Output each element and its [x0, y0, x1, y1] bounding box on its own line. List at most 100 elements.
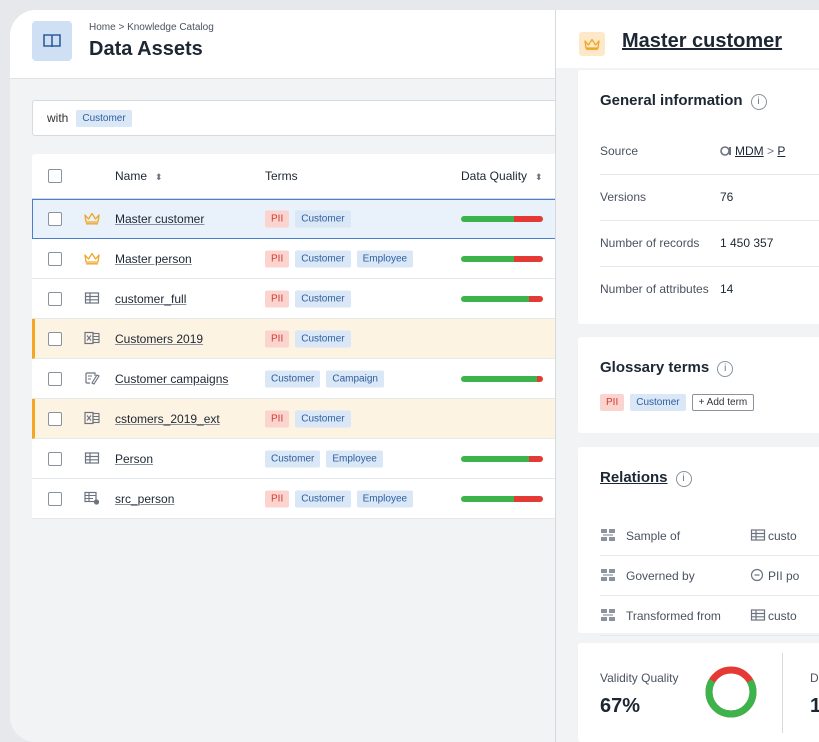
term-chip[interactable]: Employee [356, 250, 414, 267]
term-chip[interactable]: Employee [356, 490, 414, 507]
quality-bar-valid [461, 455, 530, 462]
quality-bar [461, 375, 543, 382]
divider [782, 653, 783, 733]
detail-header: Master customer [556, 10, 819, 68]
general-info-title: General information i [600, 92, 767, 110]
add-term-button[interactable]: + Add term [691, 394, 755, 411]
term-chip[interactable]: PII [265, 410, 290, 427]
term-chip[interactable]: Customer [295, 210, 351, 227]
row-checkbox[interactable] [48, 371, 62, 386]
quality-bar-valid [461, 295, 530, 302]
asset-terms: PII Customer [265, 290, 351, 307]
search-filter[interactable]: with Customer [32, 100, 574, 136]
column-name[interactable]: Name ⬍ [115, 169, 163, 183]
asset-name[interactable]: Master person [115, 252, 192, 266]
quality-bar-valid [461, 495, 515, 502]
row-checkbox[interactable] [48, 491, 62, 506]
glossary-terms: PII Customer + Add term [600, 394, 755, 411]
asset-terms: PII Customer [265, 410, 351, 427]
asset-name[interactable]: src_person [115, 492, 174, 506]
relation-target[interactable]: custo [768, 529, 797, 543]
table-icon [84, 291, 100, 307]
term-chip[interactable]: PII [265, 330, 290, 347]
table-row[interactable]: Master person PII Customer Employee [32, 239, 572, 279]
table-row[interactable]: customer_full PII Customer [32, 279, 572, 319]
term-chip[interactable]: PII [600, 394, 625, 411]
relations-card: Relations i Sample of custo Governed by PII … [578, 447, 819, 636]
term-chip[interactable]: PII [265, 250, 290, 267]
relation-target[interactable]: custo [768, 609, 797, 623]
term-chip[interactable]: Customer [265, 450, 321, 467]
table-row[interactable]: Person Customer Employee [32, 439, 572, 479]
term-chip[interactable]: Customer [295, 330, 351, 347]
term-chip[interactable]: PII [265, 490, 290, 507]
relation-row[interactable]: Governed by PII po [600, 556, 819, 596]
term-chip[interactable]: PII [265, 290, 290, 307]
breadcrumb[interactable]: Home > Knowledge Catalog [89, 22, 214, 33]
page-title: Data Assets [89, 38, 203, 60]
relation-type-icon [600, 608, 616, 625]
relation-type-icon [600, 568, 616, 585]
validity-donut [705, 666, 757, 718]
table-row[interactable]: Customer campaigns Customer Campaign [32, 359, 572, 399]
term-chip[interactable]: Customer [295, 290, 351, 307]
term-chip[interactable]: Campaign [326, 370, 384, 387]
assets-table: Name ⬍ Terms Data Quality ⬍ Master custome… [32, 154, 572, 519]
row-checkbox[interactable] [48, 451, 62, 466]
asset-name[interactable]: cstomers_2019_ext [115, 412, 220, 426]
glossary-card: Glossary terms i PII Customer + Add term [578, 337, 819, 433]
table-row[interactable]: Master customer PII Customer [32, 199, 572, 239]
quality-bar-invalid [537, 375, 543, 382]
term-chip[interactable]: Customer [295, 410, 351, 427]
info-icon[interactable]: i [717, 361, 734, 377]
attributes-label: Number of attributes [600, 282, 709, 296]
sort-icon[interactable]: ⬍ [155, 172, 163, 182]
sort-icon[interactable]: ⬍ [535, 172, 543, 182]
row-checkbox[interactable] [48, 211, 62, 226]
row-checkbox[interactable] [48, 411, 62, 426]
quality-label-2: D [810, 671, 819, 685]
attributes-row: Number of attributes 14 [600, 266, 819, 312]
report-icon [84, 371, 100, 387]
asset-name[interactable]: customer_full [115, 292, 186, 306]
term-chip[interactable]: Customer [295, 250, 351, 267]
term-chip[interactable]: Employee [326, 450, 383, 467]
relation-type-icon [600, 528, 616, 545]
relation-row[interactable]: Sample of custo [600, 516, 819, 556]
quality-bar-valid [461, 375, 538, 382]
detail-title[interactable]: Master customer [622, 30, 782, 53]
asset-name[interactable]: Customers 2019 [115, 332, 203, 346]
filter-chip[interactable]: Customer [76, 109, 132, 127]
table-row[interactable]: Customers 2019 PII Customer [32, 319, 572, 359]
column-quality[interactable]: Data Quality ⬍ [461, 169, 543, 183]
detail-panel: Master customer General information i Sou… [555, 10, 819, 742]
row-checkbox[interactable] [48, 291, 62, 306]
asset-name[interactable]: Customer campaigns [115, 372, 228, 386]
term-chip[interactable]: Customer [630, 394, 686, 411]
table-row[interactable]: src_person PII Customer Employee [32, 479, 572, 519]
table-row[interactable]: cstomers_2019_ext PII Customer [32, 399, 572, 439]
quality-bar [461, 495, 543, 502]
info-icon[interactable]: i [750, 94, 767, 110]
term-chip[interactable]: PII [265, 210, 290, 227]
info-icon[interactable]: i [675, 471, 692, 487]
select-all-checkbox[interactable] [48, 169, 62, 183]
row-checkbox[interactable] [48, 331, 62, 346]
policy-icon [750, 568, 766, 585]
asset-terms: Customer Employee [265, 450, 383, 467]
row-checkbox[interactable] [48, 251, 62, 266]
quality-card: Validity Quality 67% D 1 [578, 643, 819, 742]
records-label: Number of records [600, 236, 700, 250]
asset-name[interactable]: Master customer [115, 212, 204, 226]
term-chip[interactable]: Customer [295, 490, 351, 507]
book-icon[interactable] [32, 21, 72, 61]
source-value[interactable]: MDM > P [720, 144, 785, 158]
table-icon [750, 528, 766, 545]
relation-row[interactable]: Transformed from custo [600, 596, 819, 636]
relation-target[interactable]: PII po [768, 569, 799, 583]
quality-bar-valid [461, 215, 515, 222]
relation-label: Transformed from [626, 609, 721, 623]
term-chip[interactable]: Customer [265, 370, 321, 387]
asset-name[interactable]: Person [115, 452, 153, 466]
glossary-title: Glossary terms i [600, 359, 734, 377]
